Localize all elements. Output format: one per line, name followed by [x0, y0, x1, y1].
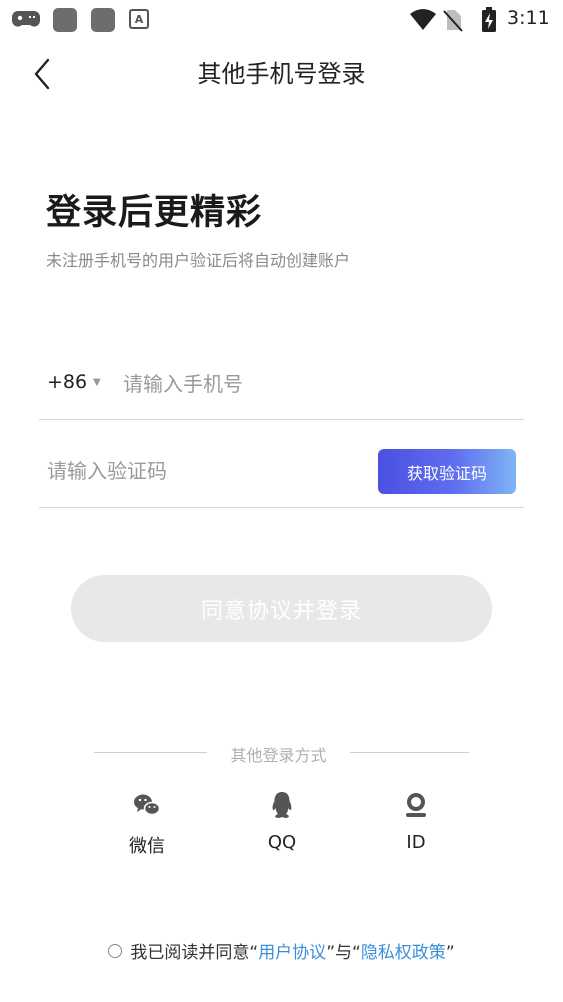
chevron-left-icon[interactable]	[28, 56, 58, 92]
agree-and-login-button[interactable]: 同意协议并登录	[71, 575, 492, 642]
status-bar: A 3:11	[0, 0, 563, 40]
id-label: ID	[406, 832, 426, 853]
no-sim-icon	[443, 10, 463, 32]
quote-open: “	[352, 943, 361, 963]
get-code-button[interactable]: 获取验证码	[378, 449, 516, 494]
wechat-login-button[interactable]: 微信	[102, 790, 192, 858]
notification-square-icon	[91, 8, 115, 32]
qq-label: QQ	[267, 832, 297, 853]
page-title: 其他手机号登录	[197, 60, 366, 88]
agreement-prefix: 我已阅读并同意	[130, 943, 250, 963]
verification-code-input[interactable]	[47, 453, 357, 489]
hero-subtitle: 未注册手机号的用户验证后将自动创建账户	[46, 251, 351, 270]
phone-input[interactable]	[123, 366, 513, 402]
battery-charging-icon	[482, 7, 496, 32]
quote-open: “	[249, 943, 259, 963]
privacy-policy-link[interactable]: 隐私权政策	[361, 943, 446, 963]
divider	[350, 752, 469, 753]
user-agreement-link[interactable]: 用户协议	[258, 943, 326, 963]
other-login-label: 其他登录方式	[230, 746, 327, 765]
status-time: 3:11	[507, 7, 550, 29]
gamepad-icon	[12, 11, 40, 27]
agreement-line: 我已阅读并同意“用户协议”与“隐私权政策”	[0, 938, 563, 963]
quote-close: ”	[326, 943, 335, 963]
hero-title: 登录后更精彩	[46, 193, 263, 233]
dropdown-arrow-icon[interactable]: ▼	[93, 377, 101, 388]
notification-square-icon	[53, 8, 77, 32]
quote-close: ”	[445, 943, 455, 963]
qq-login-button[interactable]: QQ	[237, 790, 327, 853]
divider	[39, 507, 524, 508]
qq-icon	[272, 792, 292, 818]
wifi-icon	[410, 9, 436, 30]
divider	[39, 419, 524, 420]
country-code-selector[interactable]: +86	[47, 371, 87, 393]
id-icon	[406, 793, 426, 817]
wechat-label: 微信	[129, 836, 165, 857]
a-icon: A	[129, 9, 149, 29]
wechat-icon	[134, 794, 161, 816]
agree-radio[interactable]	[108, 944, 123, 958]
agreement-and: 与	[335, 943, 352, 963]
id-login-button[interactable]: ID	[371, 790, 461, 853]
divider	[94, 752, 207, 753]
